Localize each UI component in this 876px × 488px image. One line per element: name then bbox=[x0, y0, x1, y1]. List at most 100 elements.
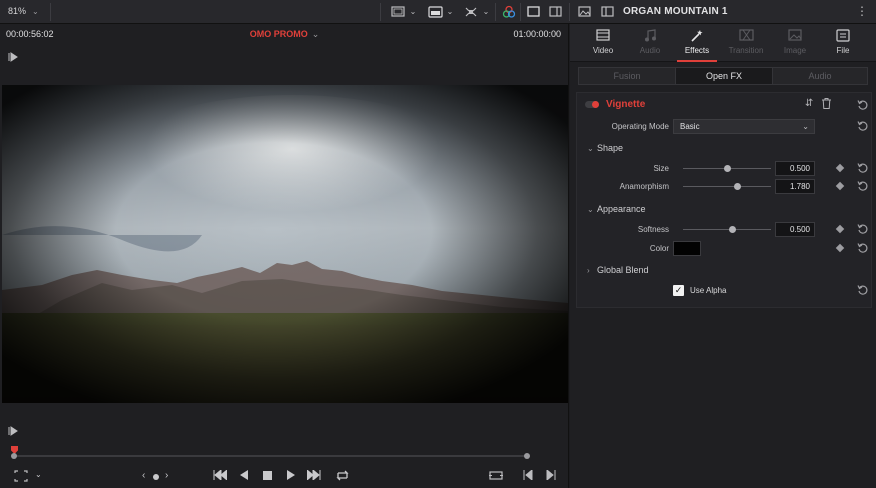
match-frame-icon[interactable] bbox=[489, 470, 503, 481]
single-viewer-icon[interactable] bbox=[525, 4, 541, 19]
reset-icon[interactable] bbox=[857, 223, 871, 237]
effect-name: Vignette bbox=[606, 99, 646, 110]
appearance-group-header[interactable]: ⌄ Appearance bbox=[577, 201, 873, 219]
subtab-fusion[interactable]: Fusion bbox=[579, 68, 675, 84]
anamorphism-slider[interactable] bbox=[683, 183, 771, 190]
zoom-dropdown[interactable]: 81% ⌄ bbox=[8, 6, 39, 16]
softness-slider[interactable] bbox=[683, 226, 771, 233]
scrubber-bar[interactable] bbox=[0, 444, 569, 464]
keyframe-icon[interactable] bbox=[835, 224, 845, 234]
magic-wand-icon bbox=[673, 29, 721, 43]
global-blend-group-header[interactable]: › Global Blend bbox=[577, 262, 873, 280]
tab-effects[interactable]: Effects bbox=[673, 24, 721, 62]
size-slider-knob[interactable] bbox=[723, 165, 731, 172]
previous-edit-icon[interactable] bbox=[523, 470, 533, 480]
next-edit-icon[interactable] bbox=[546, 470, 556, 480]
chevron-down-icon: ⌄ bbox=[32, 7, 39, 16]
viewer-header: 00:00:56:02 OMO PROMO ⌄ 01:00:00:00 bbox=[0, 24, 569, 44]
viewer-mode-icon[interactable] bbox=[390, 4, 406, 19]
use-alpha-checkbox[interactable]: ✓ bbox=[673, 285, 684, 296]
video-frame[interactable] bbox=[2, 85, 568, 403]
reset-icon[interactable] bbox=[857, 120, 871, 134]
toolbar-divider bbox=[380, 3, 381, 21]
keyframe-icon[interactable] bbox=[835, 243, 845, 253]
operating-mode-label: Operating Mode bbox=[611, 122, 669, 131]
go-to-end-icon[interactable] bbox=[307, 470, 321, 480]
reset-icon[interactable] bbox=[857, 162, 871, 176]
chevron-down-icon[interactable]: ⌄ bbox=[481, 4, 491, 19]
viewer-panel: 00:00:56:02 OMO PROMO ⌄ 01:00:00:00 ⌄ ‹ … bbox=[0, 24, 569, 488]
reorder-icon[interactable]: ⇵ bbox=[805, 98, 813, 109]
checkmark-icon: ✓ bbox=[674, 285, 683, 295]
color-label: Color bbox=[649, 244, 669, 253]
chevron-right-icon: › bbox=[587, 266, 590, 275]
group-label: Shape bbox=[597, 143, 624, 153]
inspector-layout-icon[interactable] bbox=[599, 4, 615, 19]
inspector-tabs: Video Audio Effects Transition Image Fil… bbox=[570, 24, 876, 62]
size-value-field[interactable]: 0.500 bbox=[775, 161, 815, 176]
in-point-marker[interactable] bbox=[11, 453, 17, 459]
anamorphism-label: Anamorphism bbox=[619, 182, 669, 191]
go-to-start-icon[interactable] bbox=[213, 470, 227, 480]
jog-wheel-icon[interactable] bbox=[153, 474, 159, 480]
out-point-marker[interactable] bbox=[524, 453, 530, 459]
operating-mode-select[interactable]: Basic ⌄ bbox=[673, 119, 815, 134]
jog-right-icon[interactable]: › bbox=[165, 470, 168, 481]
image-icon bbox=[771, 29, 819, 43]
keyframe-icon[interactable] bbox=[835, 163, 845, 173]
timeline-selector[interactable]: OMO PROMO ⌄ bbox=[0, 29, 569, 40]
size-slider[interactable] bbox=[683, 165, 771, 172]
mark-in-icon[interactable] bbox=[8, 52, 18, 64]
play-icon[interactable] bbox=[286, 470, 295, 480]
tab-transition[interactable]: Transition bbox=[722, 24, 770, 62]
tab-label: Effects bbox=[684, 46, 710, 55]
reset-icon[interactable] bbox=[857, 99, 871, 113]
tab-image[interactable]: Image bbox=[771, 24, 819, 62]
trash-icon[interactable] bbox=[822, 98, 831, 111]
softness-label: Softness bbox=[637, 225, 669, 234]
effects-sub-tabs: Fusion Open FX Audio bbox=[578, 67, 868, 85]
tab-label: File bbox=[836, 46, 850, 55]
stop-icon[interactable] bbox=[263, 470, 272, 480]
more-options-icon[interactable]: ⋮ bbox=[856, 4, 868, 18]
appearance-group[interactable]: ⌄ Appearance bbox=[587, 204, 646, 214]
global-blend-group[interactable]: › Global Blend bbox=[587, 265, 649, 275]
use-alpha-label: Use Alpha bbox=[690, 286, 727, 295]
reset-icon[interactable] bbox=[857, 242, 871, 256]
transform-icon[interactable] bbox=[463, 4, 479, 19]
chevron-down-icon[interactable]: ⌄ bbox=[408, 4, 418, 19]
color-swatch[interactable] bbox=[673, 241, 701, 256]
clip-thumbnail-icon bbox=[576, 4, 592, 19]
loop-icon[interactable] bbox=[335, 470, 350, 481]
color-wheel-icon[interactable] bbox=[500, 4, 518, 19]
keyframe-icon[interactable] bbox=[835, 181, 845, 191]
scrubber-track[interactable] bbox=[14, 455, 529, 457]
clip-overlay-icon[interactable] bbox=[427, 4, 443, 19]
anamorphism-slider-knob[interactable] bbox=[734, 183, 742, 190]
tab-audio[interactable]: Audio bbox=[626, 24, 674, 62]
jog-left-icon[interactable]: ‹ bbox=[142, 470, 145, 481]
video-icon bbox=[579, 29, 627, 43]
chevron-down-icon[interactable]: ⌄ bbox=[445, 4, 455, 19]
group-label: Appearance bbox=[597, 204, 646, 214]
safe-area-icon[interactable] bbox=[14, 470, 28, 482]
mark-out-icon[interactable] bbox=[8, 426, 18, 438]
tab-file[interactable]: File bbox=[819, 24, 867, 62]
softness-value-field[interactable]: 0.500 bbox=[775, 222, 815, 237]
anamorphism-row: Anamorphism 1.780 bbox=[577, 178, 873, 196]
size-label: Size bbox=[653, 164, 669, 173]
layout-icon[interactable] bbox=[547, 4, 563, 19]
effect-enable-toggle[interactable] bbox=[585, 101, 599, 108]
subtab-open-fx[interactable]: Open FX bbox=[675, 68, 773, 84]
timeline-timecode[interactable]: 01:00:00:00 bbox=[513, 29, 561, 39]
tab-video[interactable]: Video bbox=[579, 24, 627, 62]
subtab-audio[interactable]: Audio bbox=[773, 68, 867, 84]
reset-icon[interactable] bbox=[857, 180, 871, 194]
softness-slider-knob[interactable] bbox=[728, 226, 736, 233]
chevron-down-icon[interactable]: ⌄ bbox=[35, 470, 42, 479]
shape-group[interactable]: ⌄ Shape bbox=[587, 143, 623, 153]
anamorphism-value-field[interactable]: 1.780 bbox=[775, 179, 815, 194]
play-reverse-icon[interactable] bbox=[240, 470, 249, 480]
shape-group-header[interactable]: ⌄ Shape bbox=[577, 140, 873, 158]
reset-icon[interactable] bbox=[857, 284, 871, 298]
